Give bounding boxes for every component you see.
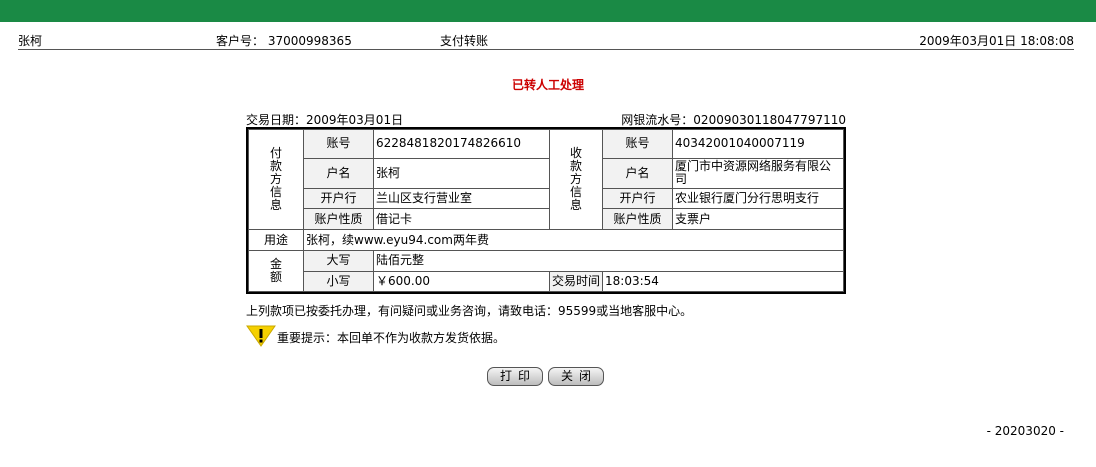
receipt-table: 付款方信息 账号 6228481820174826610 收款方信息 账号 40… (246, 127, 846, 294)
page-name: 支付转账 (440, 34, 489, 48)
print-button[interactable]: 打印 (487, 367, 543, 386)
payee-account: 40342001040007119 (672, 129, 844, 159)
payee-bank: 农业银行厦门分行思明支行 (672, 188, 844, 210)
payer-name: 张柯 (373, 157, 550, 190)
amount-lower-label: 小写 (303, 270, 374, 293)
footer-code: - 20203020 - (986, 424, 1064, 438)
warning-icon (246, 325, 276, 347)
payer-bank: 兰山区支行营业室 (373, 188, 550, 210)
payee-section-label: 收款方信息 (549, 129, 603, 230)
amount-upper-label: 大写 (303, 250, 374, 272)
payee-bank-label: 开户行 (602, 188, 673, 210)
header-datetime: 2009年03月01日 18:08:08 (919, 34, 1074, 48)
payer-account-label: 账号 (303, 129, 374, 159)
payee-name: 厦门市中资源网络服务有限公司 (672, 157, 844, 190)
payer-section-label: 付款方信息 (248, 129, 304, 230)
amount-section-label: 金额 (248, 250, 304, 292)
header-divider (18, 49, 1074, 50)
payee-name-label: 户名 (602, 157, 673, 190)
payer-name-label: 户名 (303, 157, 374, 190)
payee-type: 支票户 (672, 208, 844, 230)
close-button[interactable]: 关闭 (548, 367, 604, 386)
customer-number: 客户号： 37000998365 (216, 34, 352, 50)
trade-time-label: 交易时间 (549, 270, 603, 293)
serial-number: 网银流水号：02009030118047797110 (621, 113, 846, 127)
warning-text: 重要提示：本回单不作为收款方发货依据。 (277, 331, 506, 345)
trade-time: 18:03:54 (602, 270, 844, 293)
amount-lower: ￥600.00 (373, 270, 550, 293)
purpose-value: 张柯，续www.eyu94.com两年费 (303, 228, 844, 252)
customer-value: 37000998365 (267, 34, 352, 48)
purpose-label: 用途 (248, 228, 304, 252)
top-bar (0, 0, 1096, 22)
status-title: 已转人工处理 (511, 78, 584, 92)
notice-text: 上列款项已按委托办理，有问疑问或业务咨询，请致电话：95599或当地客服中心。 (246, 304, 693, 318)
amount-upper: 陆佰元整 (373, 250, 844, 272)
payer-type-label: 账户性质 (303, 208, 374, 230)
payer-bank-label: 开户行 (303, 188, 374, 210)
payee-type-label: 账户性质 (602, 208, 673, 230)
trade-date: 交易日期：2009年03月01日 (246, 113, 404, 127)
user-name: 张柯 (18, 34, 43, 48)
payer-account: 6228481820174826610 (373, 129, 550, 159)
payee-account-label: 账号 (602, 129, 673, 159)
customer-label: 客户号： (216, 34, 265, 48)
payer-type: 借记卡 (373, 208, 550, 230)
